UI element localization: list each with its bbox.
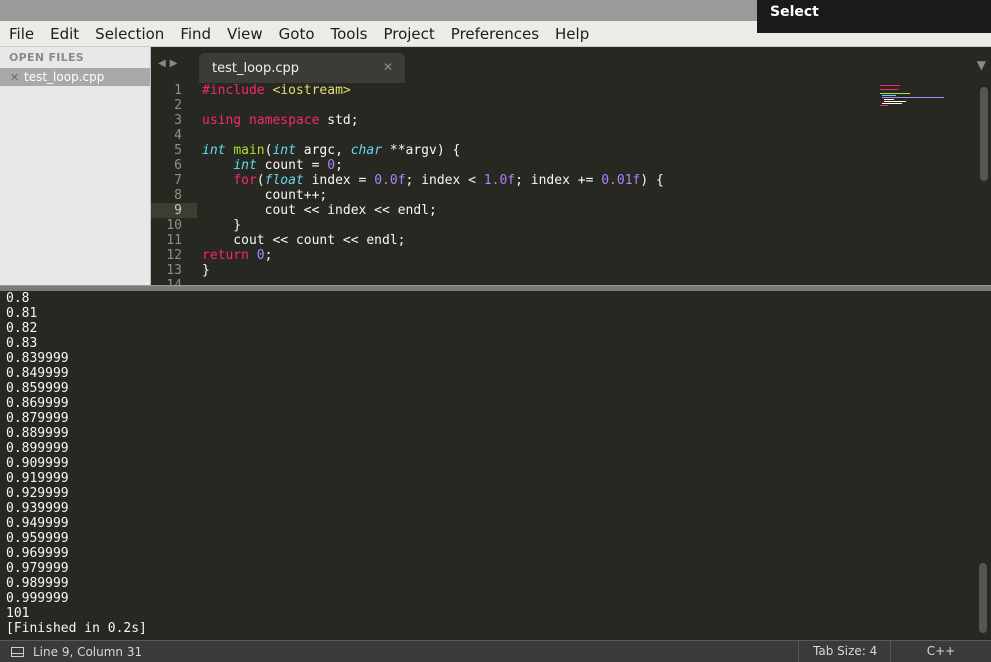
output-line: 0.81	[6, 306, 38, 321]
open-file-name: test_loop.cpp	[24, 70, 105, 84]
open-file-item[interactable]: ✕ test_loop.cpp	[0, 68, 150, 86]
code-line[interactable]: for(float index = 0.0f; index < 1.0f; in…	[202, 173, 942, 188]
line-number: 6	[174, 158, 182, 173]
output-line: 0.879999	[6, 411, 69, 426]
menu-goto[interactable]: Goto	[271, 21, 323, 47]
output-line: [Finished in 0.2s]	[6, 621, 147, 636]
line-number: 12	[166, 248, 182, 263]
build-output-panel: 0.8 0.81 0.82 0.83 0.839999 0.849999 0.859999 0…	[0, 291, 991, 637]
code-line[interactable]	[202, 128, 942, 143]
code-line[interactable]: }	[202, 218, 942, 233]
output-line: 0.929999	[6, 486, 69, 501]
line-number: 13	[166, 263, 182, 278]
output-line: 0.949999	[6, 516, 69, 531]
output-line: 0.839999	[6, 351, 69, 366]
editor-scrollbar[interactable]	[980, 87, 988, 181]
code-line[interactable]: count++;	[202, 188, 942, 203]
line-number: 3	[174, 113, 182, 128]
tab-nav-arrows-icon[interactable]: ◀▶	[158, 58, 181, 69]
menu-project[interactable]: Project	[375, 21, 442, 47]
line-number: 10	[166, 218, 182, 233]
menu-help[interactable]: Help	[547, 21, 597, 47]
menu-edit[interactable]: Edit	[42, 21, 87, 47]
open-files-header: OPEN FILES	[9, 51, 85, 64]
output-line: 0.909999	[6, 456, 69, 471]
code-line[interactable]: return 0;	[202, 248, 942, 263]
menu-view[interactable]: View	[219, 21, 271, 47]
output-line: 0.849999	[6, 366, 69, 381]
output-line: 0.939999	[6, 501, 69, 516]
line-number: 7	[174, 173, 182, 188]
output-line: 0.8	[6, 291, 30, 306]
code-line[interactable]	[202, 278, 942, 285]
code-line[interactable]: cout << index << endl;	[202, 203, 942, 218]
output-line: 0.959999	[6, 531, 69, 546]
code-editor[interactable]: 1 2 3 4 5 6 7 8 9 10 11 12 13 14 #includ…	[151, 83, 991, 285]
select-popup: Select	[757, 0, 991, 33]
line-number: 8	[174, 188, 182, 203]
output-line: 0.82	[6, 321, 38, 336]
output-lines: 0.8 0.81 0.82 0.83 0.839999 0.849999 0.859999 0…	[6, 291, 147, 636]
tab-bar: ◀▶ test_loop.cpp ✕ ▼	[151, 47, 991, 83]
line-number: 4	[174, 128, 182, 143]
output-line: 0.83	[6, 336, 38, 351]
output-line: 0.869999	[6, 396, 69, 411]
line-number-gutter: 1 2 3 4 5 6 7 8 9 10 11 12 13 14	[151, 83, 197, 285]
line-number: 14	[151, 278, 197, 285]
code-line[interactable]: cout << count << endl;	[202, 233, 942, 248]
output-line: 0.979999	[6, 561, 69, 576]
code-area[interactable]: #include <iostream> using namespace std; i…	[202, 83, 942, 285]
output-line: 0.899999	[6, 441, 69, 456]
panel-toggle-icon[interactable]	[11, 646, 24, 657]
output-line: 0.989999	[6, 576, 69, 591]
output-line: 0.999999	[6, 591, 69, 606]
tab-test-loop[interactable]: test_loop.cpp ✕	[199, 53, 405, 83]
menu-tools[interactable]: Tools	[323, 21, 376, 47]
menu-find[interactable]: Find	[172, 21, 219, 47]
line-number: 11	[166, 233, 182, 248]
output-line: 0.889999	[6, 426, 69, 441]
minimap[interactable]	[880, 83, 950, 113]
status-bar: Line 9, Column 31 Tab Size: 4 C++	[0, 640, 991, 662]
menu-selection[interactable]: Selection	[87, 21, 172, 47]
menu-preferences[interactable]: Preferences	[443, 21, 547, 47]
sidebar: OPEN FILES ✕ test_loop.cpp	[0, 47, 151, 285]
code-line[interactable]	[202, 98, 942, 113]
code-line[interactable]: }	[202, 263, 942, 278]
select-popup-title: Select	[770, 4, 819, 20]
output-scrollbar[interactable]	[979, 563, 987, 633]
code-line[interactable]: using namespace std;	[202, 113, 942, 128]
line-number-active: 9	[151, 203, 197, 218]
line-number: 5	[174, 143, 182, 158]
close-file-icon[interactable]: ✕	[10, 71, 24, 84]
tab-dropdown-icon[interactable]: ▼	[977, 58, 986, 72]
output-line: 0.859999	[6, 381, 69, 396]
tab-size-selector[interactable]: Tab Size: 4	[798, 641, 890, 662]
cursor-position: Line 9, Column 31	[33, 644, 143, 659]
output-line: 0.919999	[6, 471, 69, 486]
line-number: 1	[174, 83, 182, 98]
output-line: 101	[6, 606, 30, 621]
tab-label: test_loop.cpp	[212, 60, 300, 76]
code-line[interactable]: int count = 0;	[202, 158, 942, 173]
syntax-selector[interactable]: C++	[890, 641, 991, 662]
tab-close-icon[interactable]: ✕	[383, 60, 393, 74]
code-line[interactable]: #include <iostream>	[202, 83, 942, 98]
menu-file[interactable]: File	[0, 21, 42, 47]
code-line[interactable]: int main(int argc, char **argv) {	[202, 143, 942, 158]
output-line: 0.969999	[6, 546, 69, 561]
line-number: 2	[174, 98, 182, 113]
